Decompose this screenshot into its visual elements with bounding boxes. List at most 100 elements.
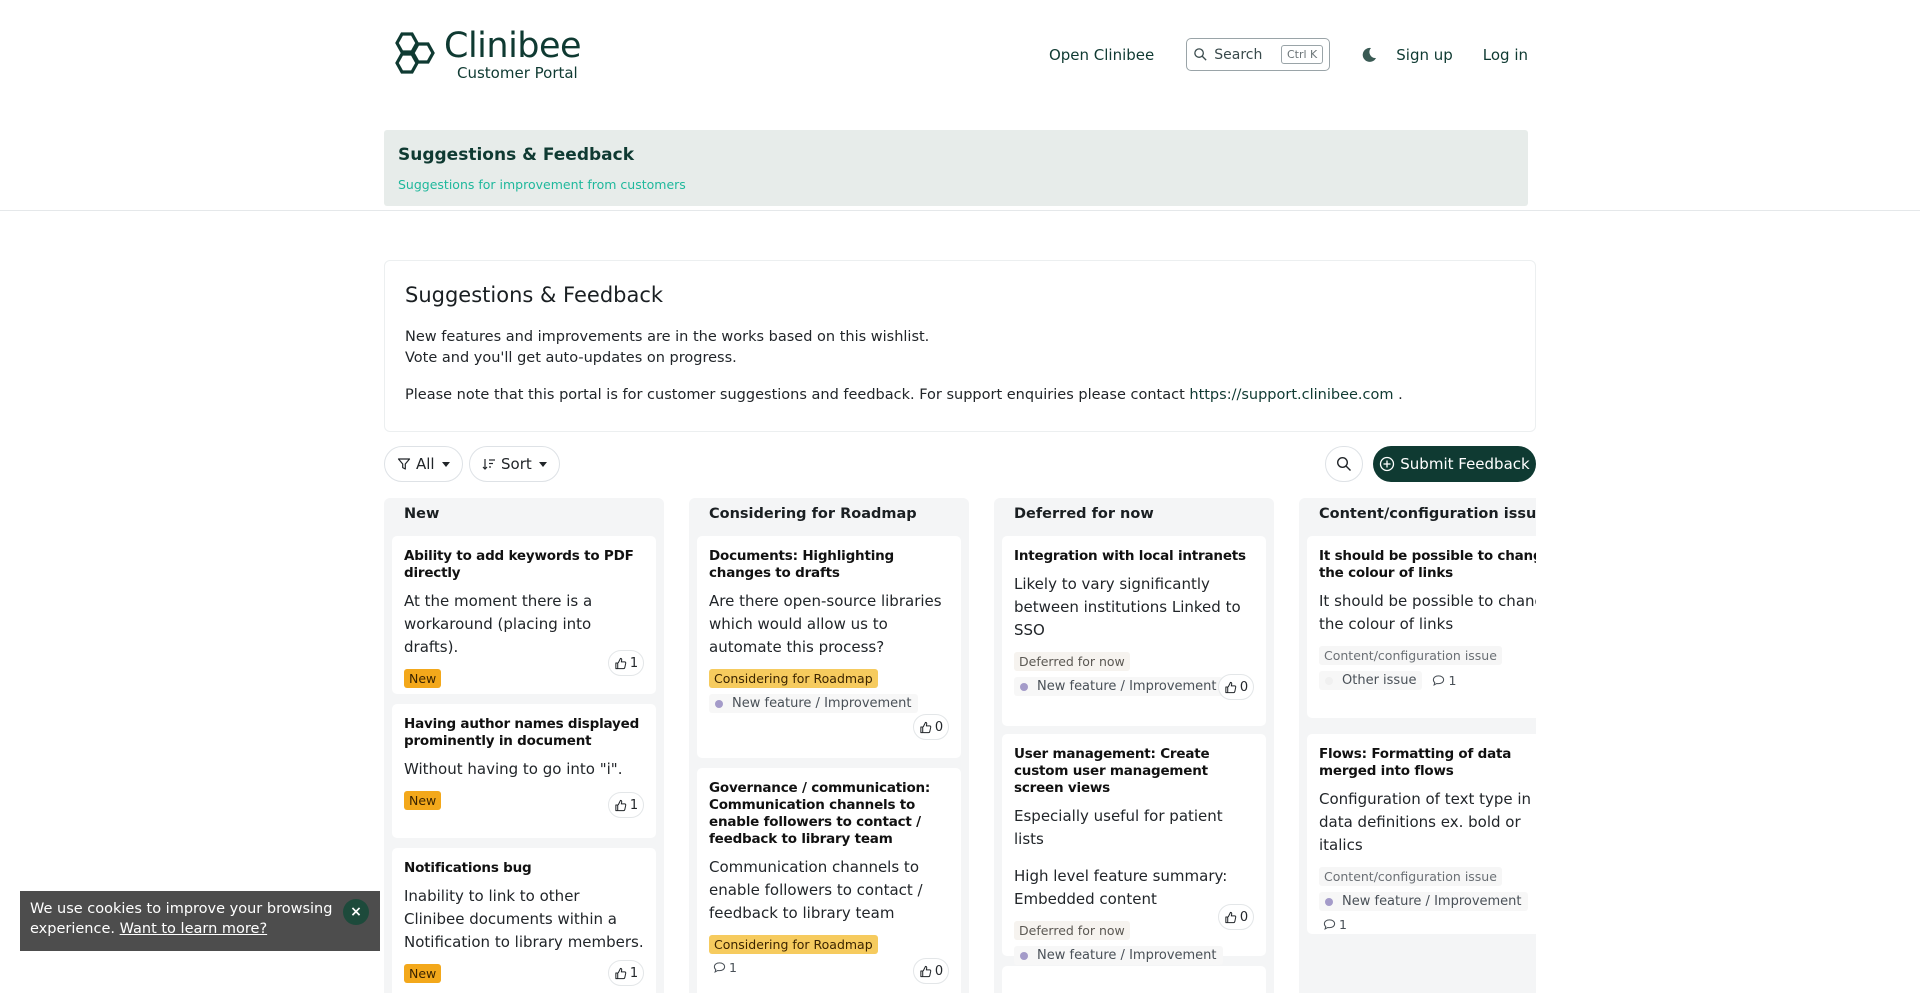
close-icon[interactable]: × bbox=[343, 899, 369, 925]
logo-name: Clinibee bbox=[444, 26, 582, 66]
category-tag: New feature / Improvement bbox=[709, 694, 918, 713]
vote-button[interactable]: 1 bbox=[608, 650, 644, 676]
feedback-card[interactable] bbox=[1002, 966, 1266, 993]
moon-icon[interactable] bbox=[1360, 46, 1378, 64]
page-banner: Suggestions & Feedback Suggestions for i… bbox=[384, 130, 1528, 206]
search-shortcut: Ctrl K bbox=[1280, 45, 1324, 64]
card-description: It should be possible to change the colo… bbox=[1319, 592, 1536, 633]
comment-count-value: 1 bbox=[1448, 673, 1457, 688]
filter-label: All bbox=[416, 455, 435, 473]
feedback-card[interactable]: User management: Create custom user mana… bbox=[1002, 734, 1266, 965]
comment-icon bbox=[1433, 675, 1445, 687]
feedback-card[interactable]: Having author names displayed prominentl… bbox=[392, 704, 656, 838]
status-badge: New bbox=[404, 964, 442, 983]
sort-dropdown[interactable]: Sort bbox=[469, 446, 560, 482]
category-tag: Other issue bbox=[1319, 671, 1423, 690]
card-description: Especially useful for patient lists bbox=[1014, 807, 1223, 848]
vote-count: 1 bbox=[629, 965, 639, 981]
feedback-card[interactable]: Documents: Highlighting changes to draft… bbox=[697, 536, 961, 758]
card-description: Are there open-source libraries which wo… bbox=[709, 592, 942, 656]
card-title: Integration with local intranets bbox=[1014, 548, 1246, 564]
card-description: Without having to go into "i". bbox=[404, 760, 623, 778]
card-title: Documents: Highlighting changes to draft… bbox=[709, 548, 894, 581]
vote-button[interactable]: 0 bbox=[913, 714, 949, 740]
status-badge: Deferred for now bbox=[1014, 652, 1130, 671]
thumbs-up-icon bbox=[920, 721, 932, 733]
feedback-card[interactable]: Notifications bug Inability to link to o… bbox=[392, 848, 656, 993]
category-dot bbox=[1325, 676, 1333, 685]
logo-subtitle: Customer Portal bbox=[457, 64, 578, 82]
banner-title: Suggestions & Feedback bbox=[398, 145, 635, 165]
status-badge: Deferred for now bbox=[1014, 921, 1130, 940]
card-description: Communication channels to enable followe… bbox=[709, 858, 923, 922]
intro-card: Suggestions & Feedback New features and … bbox=[384, 260, 1536, 432]
category-dot bbox=[715, 699, 723, 708]
card-meta: New feature / Improvement bbox=[1319, 892, 1536, 911]
card-meta-2: 1 bbox=[1319, 917, 1536, 932]
login-link[interactable]: Log in bbox=[1483, 46, 1528, 64]
category-label: New feature / Improvement bbox=[732, 696, 912, 711]
thumbs-up-icon bbox=[1225, 911, 1237, 923]
vote-button[interactable]: 1 bbox=[608, 960, 644, 986]
vote-button[interactable]: 1 bbox=[608, 792, 644, 818]
comment-icon bbox=[1323, 919, 1336, 931]
category-label: New feature / Improvement bbox=[1342, 894, 1522, 909]
comment-icon bbox=[713, 962, 726, 974]
comment-count[interactable]: 1 bbox=[1323, 917, 1347, 932]
open-clinibee-link[interactable]: Open Clinibee bbox=[1049, 46, 1154, 64]
intro-line-2: Vote and you'll get auto-updates on prog… bbox=[405, 350, 737, 366]
filter-dropdown[interactable]: All bbox=[384, 446, 463, 482]
category-tag: New feature / Improvement bbox=[1319, 892, 1528, 911]
feedback-card[interactable]: It should be possible to change the colo… bbox=[1307, 536, 1536, 718]
support-link[interactable]: https://support.clinibee.com bbox=[1189, 387, 1393, 403]
board-search-button[interactable] bbox=[1325, 446, 1363, 482]
feedback-card[interactable]: Ability to add keywords to PDF directly … bbox=[392, 536, 656, 694]
comment-count[interactable]: 1 bbox=[713, 960, 737, 975]
signup-link[interactable]: Sign up bbox=[1396, 46, 1453, 64]
vote-count: 0 bbox=[1239, 909, 1249, 925]
submit-feedback-button[interactable]: Submit Feedback bbox=[1373, 446, 1536, 482]
category-label: Other issue bbox=[1342, 673, 1417, 688]
vote-button[interactable]: 0 bbox=[1218, 904, 1254, 930]
column-deferred-for-now: Deferred for now Integration with local … bbox=[994, 498, 1274, 993]
chevron-down-icon bbox=[441, 461, 450, 467]
card-title: It should be possible to change the colo… bbox=[1319, 548, 1536, 581]
thumbs-up-icon bbox=[615, 967, 627, 979]
thumbs-up-icon bbox=[615, 799, 627, 811]
category-dot bbox=[1020, 682, 1028, 691]
vote-count: 0 bbox=[934, 963, 944, 979]
column-title: Content/configuration issue bbox=[1319, 506, 1536, 522]
status-badge: Considering for Roadmap bbox=[709, 935, 878, 954]
card-meta: New feature / Improvement bbox=[1014, 946, 1254, 965]
vote-button[interactable]: 0 bbox=[913, 958, 949, 984]
cookie-learn-more-link[interactable]: Want to learn more? bbox=[120, 921, 268, 937]
vote-count: 1 bbox=[629, 655, 639, 671]
comment-count-value: 1 bbox=[1339, 917, 1347, 932]
category-label: New feature / Improvement bbox=[1037, 948, 1217, 963]
category-label: New feature / Improvement bbox=[1037, 679, 1217, 694]
feedback-card[interactable]: Flows: Formatting of data merged into fl… bbox=[1307, 734, 1536, 934]
search-icon bbox=[1194, 48, 1207, 61]
filter-icon bbox=[397, 458, 411, 470]
status-badge: Content/configuration issue bbox=[1319, 646, 1502, 665]
card-description-2: High level feature summary: Embedded con… bbox=[1014, 867, 1228, 908]
feedback-card[interactable]: Governance / communication: Communicatio… bbox=[697, 768, 961, 993]
search-button[interactable]: Search Ctrl K bbox=[1186, 38, 1331, 71]
card-title: Governance / communication: Communicatio… bbox=[709, 780, 931, 847]
vote-button[interactable]: 0 bbox=[1218, 674, 1254, 700]
category-dot bbox=[1020, 951, 1028, 960]
comment-count[interactable]: 1 bbox=[1432, 673, 1456, 688]
card-description: Likely to vary significantly between ins… bbox=[1014, 575, 1241, 639]
vote-count: 0 bbox=[934, 719, 944, 735]
logo[interactable]: Clinibee Customer Portal bbox=[388, 26, 582, 82]
status-badge: New bbox=[404, 669, 442, 688]
thumbs-up-icon bbox=[1225, 681, 1237, 693]
board-toolbar: All Sort Submit Feedback bbox=[384, 446, 1536, 482]
page-title: Suggestions & Feedback bbox=[405, 283, 664, 307]
column-title: Considering for Roadmap bbox=[709, 506, 917, 522]
column-considering-for-roadmap: Considering for Roadmap Documents: Highl… bbox=[689, 498, 969, 993]
column-title: New bbox=[404, 506, 440, 522]
feedback-card[interactable]: Integration with local intranets Likely … bbox=[1002, 536, 1266, 726]
sort-label: Sort bbox=[501, 455, 532, 473]
comment-count-value: 1 bbox=[729, 960, 737, 975]
